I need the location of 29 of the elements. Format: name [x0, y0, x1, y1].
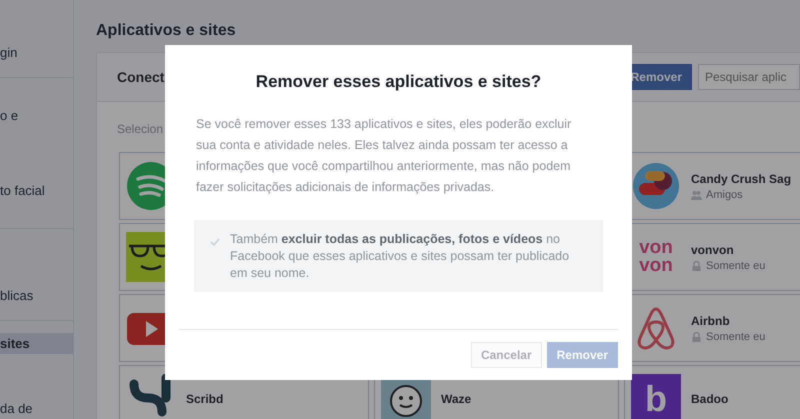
- people-icon: [691, 190, 702, 200]
- sidebar-item[interactable]: o e: [0, 105, 73, 126]
- sidebar-item[interactable]: gin: [0, 42, 73, 63]
- option-label: Também excluir todas as publicações, fotos e vídeos no Facebook que esses aplicativos e sites possam ter publicado em seu nome.: [230, 231, 570, 282]
- audience-label: Somente eu: [706, 260, 766, 272]
- app-tile[interactable]: b Badoo: [624, 365, 800, 419]
- dialog-title: Remover esses aplicativos e sites?: [254, 72, 542, 92]
- app-name: Airbnb: [691, 314, 731, 328]
- sidebar-item[interactable]: to facial: [0, 180, 73, 201]
- search-field[interactable]: Pesquisar aplic: [698, 64, 800, 90]
- app-name: Candy Crush Sag: [691, 172, 792, 186]
- dialog-message: Se você remover esses 133 aplicativos e sites, eles poderão excluir sua conta e atividade neles. Eles talvez ainda possam ter acesso a informações que você compartilhou anteriormente, mas não podem fazer solicitações adicionais de informações privadas.: [196, 116, 572, 196]
- audience-label: Amigos: [706, 188, 743, 200]
- app-name: vonvon: [691, 242, 735, 256]
- sidebar-item[interactable]: da de: [0, 398, 73, 419]
- lock-icon: [691, 332, 702, 342]
- app-name: Scribd: [186, 392, 224, 406]
- app-name: Badoo: [691, 392, 728, 406]
- candy-icon: [631, 161, 681, 211]
- app-logo: b: [631, 374, 681, 419]
- logo-text: von von: [638, 236, 674, 278]
- audience-label: Somente eu: [706, 330, 766, 342]
- page-title: Aplicativos e sites: [96, 22, 237, 40]
- card-title: Conect: [117, 69, 164, 85]
- app-name: Waze: [441, 392, 472, 406]
- sidebar-item[interactable]: blicas: [0, 285, 73, 306]
- hint-text: Selecion: [117, 122, 164, 136]
- lock-icon: [691, 260, 702, 270]
- sidebar-item[interactable]: sites: [0, 333, 73, 354]
